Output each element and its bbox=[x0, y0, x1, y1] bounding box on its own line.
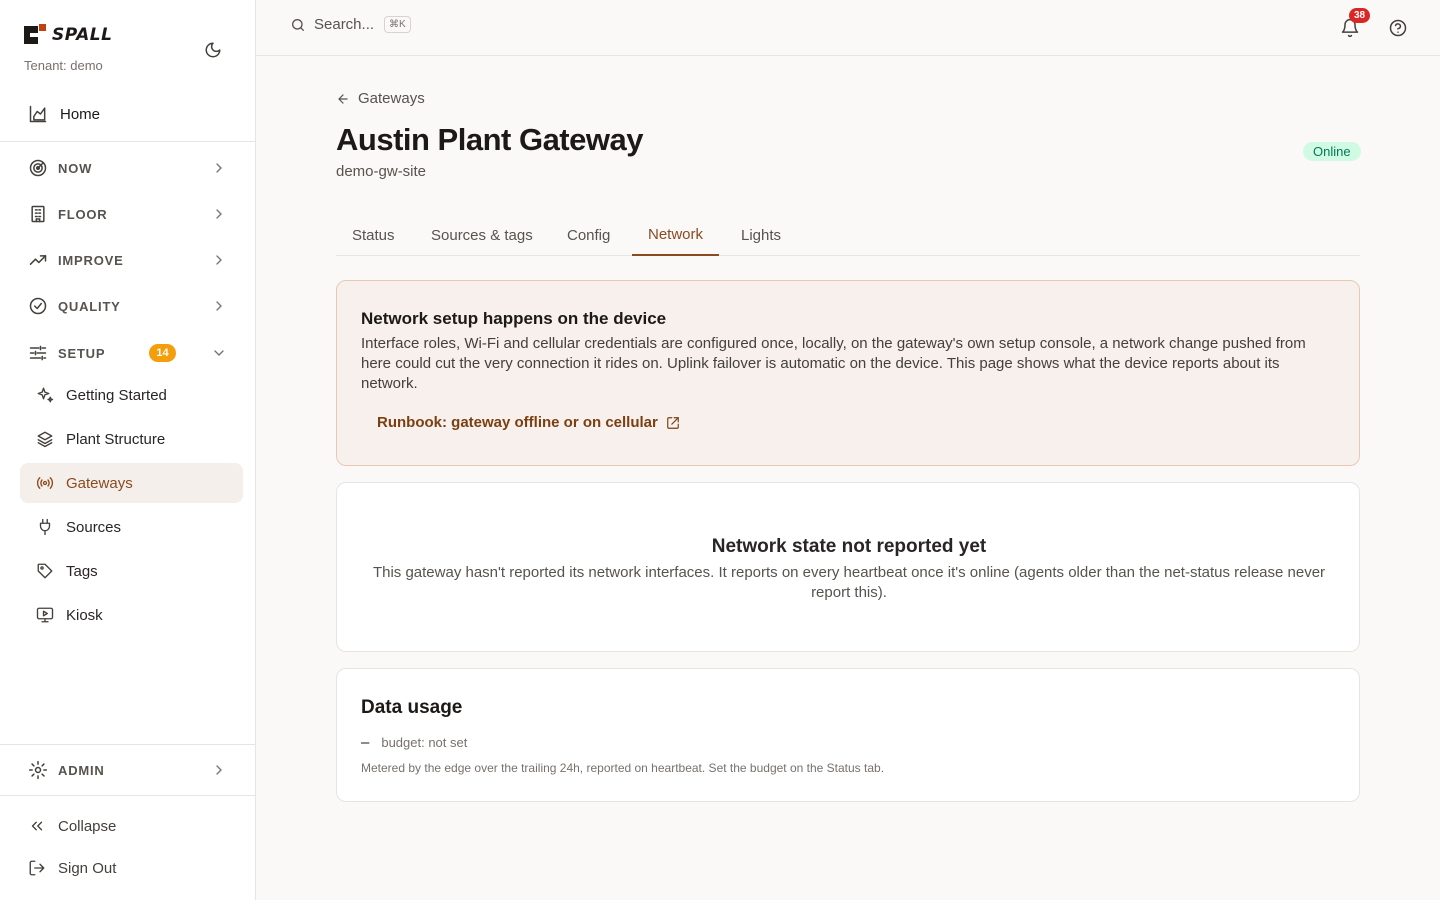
chevrons-left-icon bbox=[31, 821, 43, 831]
help-icon[interactable] bbox=[1388, 18, 1408, 38]
data-usage-row: – budget: not set bbox=[361, 734, 467, 751]
setup-count-badge: 14 bbox=[149, 344, 176, 362]
divider bbox=[0, 795, 255, 796]
chevron-right-icon bbox=[216, 301, 222, 311]
notice-text: Interface roles, Wi-Fi and cellular cred… bbox=[361, 335, 1306, 392]
sidebar-item-label: Sources bbox=[66, 518, 122, 536]
brand-name: SPALL bbox=[52, 25, 113, 45]
back-link[interactable]: Gateways bbox=[336, 90, 425, 107]
search-shortcut: ⌘K bbox=[384, 16, 411, 33]
chevron-right-icon bbox=[216, 209, 222, 219]
tab-bar: Status Sources & tags Config Network Lig… bbox=[336, 214, 1360, 256]
sidebar-item-kiosk[interactable]: Kiosk bbox=[20, 595, 243, 635]
collapse-label: Collapse bbox=[58, 817, 117, 835]
nav-group-label: QUALITY bbox=[58, 298, 121, 314]
sidebar-item-getting-started[interactable]: Getting Started bbox=[20, 375, 243, 415]
empty-state-title: Network state not reported yet bbox=[711, 536, 987, 557]
divider bbox=[0, 141, 255, 142]
empty-state-text: This gateway hasn't reported its network… bbox=[372, 564, 1326, 601]
sidebar-item-label: Getting Started bbox=[66, 386, 167, 404]
trending-up-icon bbox=[29, 255, 47, 265]
status-badge: Online bbox=[1303, 142, 1361, 161]
search-input[interactable]: Search... ⌘K bbox=[290, 16, 411, 33]
nav-group-improve[interactable]: IMPROVE bbox=[20, 240, 243, 280]
page-title: Austin Plant Gateway bbox=[336, 122, 643, 157]
nav-home-label: Home bbox=[60, 105, 101, 123]
network-setup-notice: Network setup happens on the device Inte… bbox=[336, 280, 1360, 466]
tag-icon bbox=[37, 563, 53, 579]
sidebar-item-label: Plant Structure bbox=[66, 430, 166, 448]
chevron-right-icon bbox=[216, 255, 222, 265]
brand-logo[interactable]: SPALL bbox=[24, 24, 112, 46]
data-usage-value: – bbox=[361, 734, 370, 751]
nav-group-admin[interactable]: ADMIN bbox=[20, 750, 243, 790]
nav-group-quality[interactable]: QUALITY bbox=[20, 286, 243, 326]
nav-group-floor[interactable]: FLOOR bbox=[20, 194, 243, 234]
sidebar-item-label: Tags bbox=[66, 562, 98, 580]
notification-count-badge: 38 bbox=[1349, 8, 1371, 23]
tab-sources-tags[interactable]: Sources & tags bbox=[415, 214, 549, 256]
chart-area-icon bbox=[29, 105, 47, 123]
sign-out-button[interactable]: Sign Out bbox=[20, 848, 243, 888]
log-out-icon bbox=[29, 860, 45, 876]
tab-network[interactable]: Network bbox=[632, 214, 720, 256]
divider bbox=[0, 744, 255, 745]
topbar: Search... ⌘K 38 bbox=[256, 0, 1440, 56]
nav-group-label: FLOOR bbox=[58, 206, 108, 222]
nav-group-label: SETUP bbox=[58, 345, 106, 361]
moon-icon[interactable] bbox=[201, 38, 225, 62]
nav-group-label: NOW bbox=[58, 160, 93, 176]
gear-icon bbox=[28, 760, 48, 780]
runbook-link[interactable]: Runbook: gateway offline or on cellular bbox=[377, 414, 680, 431]
nav-home[interactable]: Home bbox=[20, 94, 243, 134]
tab-lights[interactable]: Lights bbox=[725, 214, 797, 256]
nav-group-setup[interactable]: SETUP 14 bbox=[20, 333, 243, 373]
sidebar-item-plant-structure[interactable]: Plant Structure bbox=[20, 419, 243, 459]
notice-title: Network setup happens on the device bbox=[361, 309, 667, 328]
data-usage-budget: budget: not set bbox=[381, 735, 468, 750]
data-usage-card: Data usage – budget: not set Metered by … bbox=[336, 668, 1360, 802]
page-subtitle: demo-gw-site bbox=[336, 163, 427, 180]
sidebar-item-gateways[interactable]: Gateways bbox=[20, 463, 243, 503]
tenant-label: Tenant: demo bbox=[24, 58, 103, 73]
radar-icon bbox=[29, 159, 47, 177]
monitor-play-icon bbox=[36, 607, 54, 623]
collapse-button[interactable]: Collapse bbox=[20, 806, 243, 846]
search-placeholder: Search... bbox=[314, 16, 375, 33]
sparkles-icon bbox=[37, 387, 54, 403]
nav-group-now[interactable]: NOW bbox=[20, 148, 243, 188]
layers-icon bbox=[37, 431, 53, 448]
tab-config[interactable]: Config bbox=[551, 214, 626, 256]
back-link-label: Gateways bbox=[358, 90, 425, 107]
chevron-right-icon bbox=[216, 765, 222, 775]
nav-group-label: IMPROVE bbox=[58, 252, 124, 268]
external-link-icon bbox=[667, 416, 679, 429]
building-icon bbox=[31, 205, 45, 223]
check-circle-icon bbox=[29, 297, 47, 315]
sidebar: SPALL Tenant: demo Home NOW FLOOR IMPROV… bbox=[0, 0, 256, 900]
nav-group-label: ADMIN bbox=[58, 762, 105, 778]
sidebar-item-tags[interactable]: Tags bbox=[20, 551, 243, 591]
search-icon bbox=[292, 18, 304, 31]
runbook-link-label: Runbook: gateway offline or on cellular bbox=[377, 414, 658, 431]
network-state-card: Network state not reported yet This gate… bbox=[336, 482, 1360, 652]
sidebar-item-label: Kiosk bbox=[66, 606, 103, 624]
data-usage-title: Data usage bbox=[361, 697, 463, 718]
logo-mark-icon bbox=[24, 24, 46, 44]
radio-icon bbox=[36, 477, 54, 489]
chevron-right-icon bbox=[216, 163, 222, 173]
sign-out-label: Sign Out bbox=[58, 859, 117, 877]
sidebar-item-sources[interactable]: Sources bbox=[20, 507, 243, 547]
tab-status[interactable]: Status bbox=[336, 214, 411, 256]
sidebar-item-label: Gateways bbox=[66, 474, 133, 492]
chevron-down-icon bbox=[214, 350, 224, 356]
plug-icon bbox=[39, 518, 51, 536]
arrow-left-icon bbox=[338, 93, 348, 104]
sliders-icon bbox=[29, 345, 47, 361]
data-usage-note: Metered by the edge over the trailing 24… bbox=[361, 761, 885, 775]
